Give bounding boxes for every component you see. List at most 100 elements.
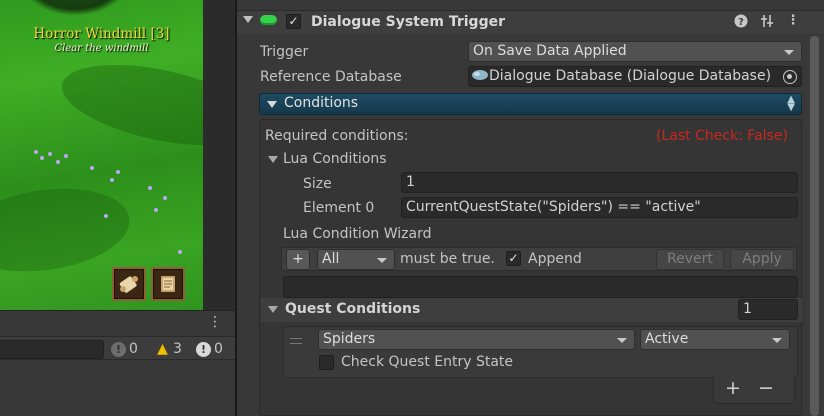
flower (148, 186, 152, 190)
script-icon (260, 15, 277, 25)
flower (40, 156, 44, 160)
grass-shade (54, 49, 203, 161)
info-count: 0 (129, 341, 138, 357)
console-menu-icon[interactable]: ⋮ (208, 314, 222, 330)
flower (56, 160, 60, 164)
mode-value: All (322, 251, 340, 267)
error-icon: ! (196, 341, 211, 357)
game-view: Horror Windmill [3] Clear the windmill (0, 0, 203, 310)
flower (104, 214, 108, 218)
chevron-down-icon (772, 338, 782, 343)
error-count: 0 (214, 341, 223, 357)
size-input[interactable]: 1 (401, 172, 798, 193)
flower (178, 250, 182, 254)
foldout-arrow-icon[interactable] (243, 16, 253, 23)
revert-button[interactable]: Revert (656, 249, 724, 270)
flower (64, 154, 68, 158)
append-checkbox[interactable]: ✓ (506, 251, 521, 266)
trigger-value: On Save Data Applied (473, 43, 627, 59)
required-conditions-label: Required conditions: (265, 128, 409, 144)
flower (163, 196, 167, 200)
flower (90, 166, 94, 170)
append-label: Append (528, 251, 582, 267)
svg-text:?: ? (738, 17, 744, 28)
reference-database-value: Dialogue Database (Dialogue Database) (489, 68, 772, 84)
help-icon[interactable]: ? (734, 14, 748, 28)
apply-button[interactable]: Apply (730, 249, 794, 270)
chevron-down-icon (377, 258, 387, 263)
scroll-icon (119, 276, 138, 293)
list-footer: + − (713, 376, 795, 404)
element-0-value: CurrentQuestState("Spiders") == "active" (406, 199, 701, 215)
quest-tracker: Horror Windmill [3] Clear the windmill (0, 26, 203, 54)
grass-shade (0, 178, 135, 282)
size-label: Size (303, 176, 332, 192)
check-entry-state-label: Check Quest Entry State (341, 354, 514, 370)
lua-conditions-label: Lua Conditions (283, 151, 387, 167)
component-enabled-checkbox[interactable]: ✓ (286, 14, 301, 29)
flower (154, 208, 158, 212)
quest-title: Horror Windmill [3] (33, 26, 170, 42)
scrollbar-thumb[interactable] (810, 36, 819, 416)
scroll-slot-button[interactable] (112, 267, 146, 301)
info-counter-toggle[interactable]: ! 0 (111, 339, 138, 359)
error-counter-toggle[interactable]: ! 0 (196, 339, 223, 359)
chevron-down-icon (784, 50, 794, 55)
lua-wizard-label: Lua Condition Wizard (283, 226, 432, 242)
tree-canopy (20, 0, 130, 15)
last-check-status: (Last Check: False) (656, 128, 788, 144)
quest-conditions-count-input[interactable]: 1 (738, 299, 798, 320)
scene-divider (203, 0, 235, 310)
mode-dropdown[interactable]: All (317, 249, 395, 270)
foldout-arrow-icon[interactable] (268, 306, 278, 313)
sort-arrows-icon: ▲ ▼ (787, 94, 795, 113)
drag-handle-icon[interactable] (290, 338, 302, 344)
conditions-label: Conditions (284, 95, 359, 111)
database-asset-icon (472, 70, 488, 80)
preset-icon[interactable] (760, 14, 774, 28)
warning-count: 3 (173, 341, 182, 357)
reference-database-field[interactable]: Dialogue Database (Dialogue Database) (468, 66, 802, 87)
quest-conditions-count: 1 (743, 301, 752, 317)
check-entry-state-checkbox[interactable] (319, 355, 334, 370)
more-icon[interactable]: ⋮ (786, 14, 800, 28)
element-0-input[interactable]: CurrentQuestState("Spiders") == "active" (401, 197, 798, 218)
conditions-foldout[interactable]: Conditions ▲ ▼ (259, 93, 802, 115)
trigger-dropdown[interactable]: On Save Data Applied (468, 41, 802, 62)
add-quest-condition-button[interactable]: + (725, 377, 741, 399)
console-search-input[interactable] (0, 340, 104, 359)
inspector-panel: ✓ Dialogue System Trigger ? ⋮ Trigger On… (237, 0, 824, 416)
lua-wizard-output-field[interactable] (283, 276, 798, 298)
inspector-scrollbar[interactable] (807, 36, 824, 416)
foldout-arrow-icon (267, 101, 277, 108)
foldout-arrow-icon[interactable] (268, 156, 278, 163)
component-title: Dialogue System Trigger (311, 14, 505, 30)
reference-database-label: Reference Database (260, 69, 402, 85)
trigger-label: Trigger (260, 44, 309, 60)
remove-quest-condition-button[interactable]: − (758, 377, 774, 399)
quest-state-value: Active (645, 331, 689, 347)
quest-conditions-label: Quest Conditions (285, 301, 421, 317)
chevron-down-icon (617, 338, 627, 343)
flower (34, 150, 38, 154)
size-value: 1 (406, 174, 415, 190)
warning-icon: ▲ (157, 341, 168, 357)
add-condition-button[interactable]: + (286, 249, 310, 270)
journal-icon (161, 276, 175, 292)
journal-slot-button[interactable] (151, 267, 185, 301)
quest-name-dropdown[interactable]: Spiders (318, 329, 635, 350)
info-icon: ! (111, 341, 126, 357)
flower (116, 170, 120, 174)
quest-description: Clear the windmill (54, 43, 149, 54)
flower (48, 152, 52, 156)
quest-name-value: Spiders (323, 331, 376, 347)
must-be-true-label: must be true. (400, 251, 495, 267)
component-header[interactable]: ✓ Dialogue System Trigger ? ⋮ (237, 10, 824, 34)
quest-state-dropdown[interactable]: Active (640, 329, 790, 350)
warning-counter-toggle[interactable]: ▲ 3 (155, 339, 182, 359)
console-panel: ⋮ ! 0 ▲ 3 ! 0 (0, 310, 235, 416)
console-toolbar: ! 0 ▲ 3 ! 0 (0, 336, 235, 360)
element-0-label: Element 0 (303, 200, 375, 216)
object-picker-icon[interactable] (783, 70, 797, 84)
flower (110, 178, 114, 182)
